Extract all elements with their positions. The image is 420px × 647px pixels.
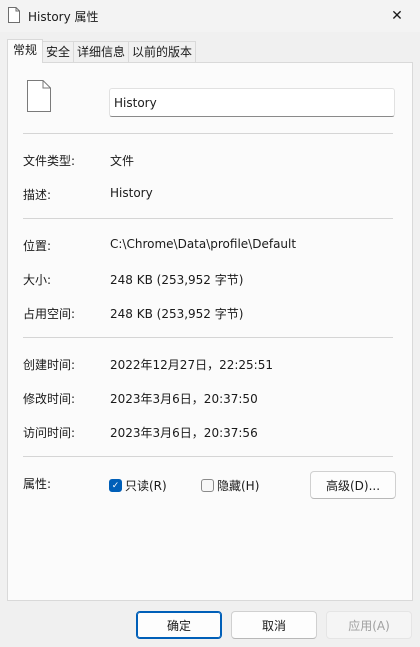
file-icon (27, 80, 51, 112)
readonly-checkbox[interactable]: ✓ 只读(R) (109, 477, 167, 494)
checkbox-empty-icon (201, 479, 214, 492)
readonly-label: 只读(R) (125, 479, 167, 493)
modified-label: 修改时间: (23, 392, 76, 406)
modified-value: 2023年3月6日，20:37:50 (110, 392, 258, 406)
general-panel: 文件类型: 文件 描述: History 位置: C:\Chrome\Data\… (7, 62, 413, 601)
ok-button[interactable]: 确定 (136, 611, 222, 639)
divider (23, 218, 393, 219)
file-type-label: 文件类型: (23, 154, 76, 168)
tab-previous-versions[interactable]: 以前的版本 (128, 41, 197, 63)
size-on-disk-label: 占用空间: (23, 307, 76, 321)
tab-details[interactable]: 详细信息 (73, 41, 130, 63)
created-value: 2022年12月27日，22:25:51 (110, 358, 273, 372)
file-name-input[interactable] (109, 88, 395, 117)
attributes-label: 属性: (23, 477, 52, 491)
description-label: 描述: (23, 188, 52, 202)
checkmark-icon: ✓ (109, 479, 122, 492)
divider (23, 133, 393, 134)
location-label: 位置: (23, 239, 52, 253)
dialog-footer: 确定 取消 应用(A) (0, 601, 420, 647)
size-on-disk-value: 248 KB (253,952 字节) (110, 307, 244, 321)
size-label: 大小: (23, 273, 52, 287)
close-button[interactable]: ✕ (374, 0, 420, 32)
title-bar: History 属性 ✕ (0, 0, 420, 32)
size-value: 248 KB (253,952 字节) (110, 273, 244, 287)
apply-button[interactable]: 应用(A) (326, 611, 412, 639)
advanced-button[interactable]: 高级(D)... (310, 471, 396, 499)
description-value: History (110, 186, 153, 200)
cancel-button[interactable]: 取消 (231, 611, 317, 639)
file-icon (8, 7, 20, 23)
tab-security[interactable]: 安全 (42, 41, 75, 63)
location-value: C:\Chrome\Data\profile\Default (110, 237, 297, 251)
divider (23, 337, 393, 338)
accessed-value: 2023年3月6日，20:37:56 (110, 426, 258, 440)
file-type-value: 文件 (110, 154, 135, 168)
created-label: 创建时间: (23, 358, 76, 372)
close-icon: ✕ (391, 8, 403, 24)
divider (23, 456, 393, 457)
hidden-checkbox[interactable]: 隐藏(H) (201, 477, 259, 494)
tab-strip: 常规 安全 详细信息 以前的版本 (7, 39, 197, 63)
hidden-label: 隐藏(H) (217, 479, 260, 493)
tab-general[interactable]: 常规 (7, 39, 44, 63)
accessed-label: 访问时间: (23, 426, 76, 440)
window-title: History 属性 (28, 10, 99, 24)
